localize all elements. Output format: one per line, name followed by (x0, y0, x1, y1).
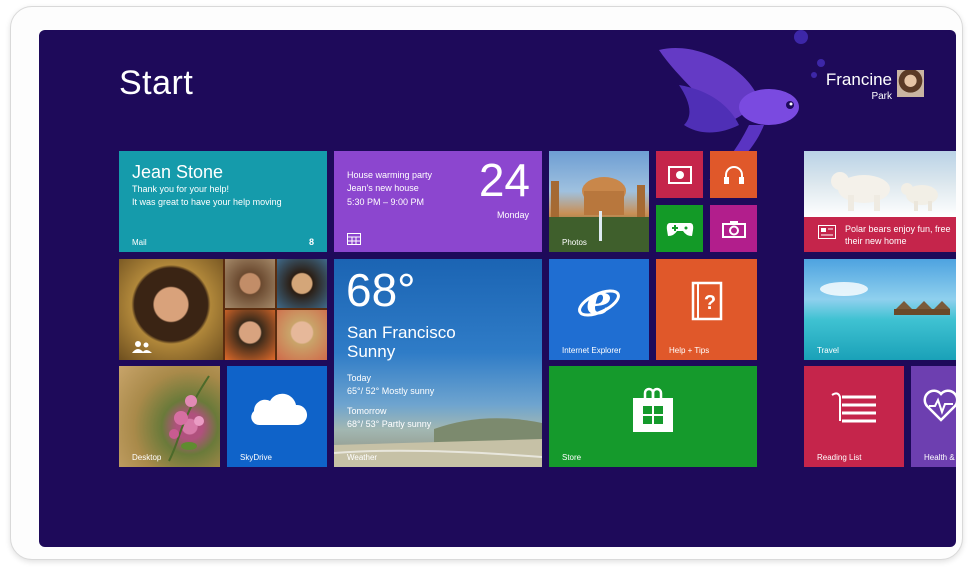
start-title: Start (119, 64, 194, 102)
tile-skydrive[interactable]: SkyDrive (227, 366, 327, 467)
tile-travel[interactable]: Travel (804, 259, 956, 360)
calendar-weekday: Monday (496, 210, 529, 220)
mail-sender: Jean Stone (132, 162, 224, 182)
tile-desktop[interactable]: Desktop (119, 366, 220, 467)
tile-video[interactable] (656, 151, 703, 198)
cloud-icon (251, 393, 308, 425)
mail-preview-line1: Thank you for your help! (132, 184, 230, 194)
tile-weather[interactable]: 68° San Francisco Sunny Today 65°/ 52° M… (334, 259, 542, 467)
tile-news[interactable]: Polar bears enjoy fun, free their new ho… (804, 151, 956, 252)
mail-preview-line2: It was great to have your help moving (132, 197, 282, 207)
tile-label: Health & (924, 453, 955, 462)
news-image (804, 151, 956, 217)
reading-list-icon (831, 391, 876, 422)
tile-games[interactable] (656, 205, 703, 252)
calendar-location: Jean's new house (347, 183, 419, 193)
weather-today-forecast: 65°/ 52° Mostly sunny (347, 386, 435, 396)
calendar-time: 5:30 PM – 9:00 PM (347, 197, 425, 207)
tile-internet-explorer[interactable]: e Internet Explorer (549, 259, 649, 360)
weather-today-label: Today (347, 373, 372, 383)
news-headline-line1: Polar bears enjoy fun, free (845, 224, 951, 234)
contact-photo (277, 259, 327, 308)
calendar-event: House warming party (347, 170, 433, 180)
contact-photo (225, 259, 275, 308)
tile-health[interactable]: Health & (911, 366, 956, 467)
heartbeat-icon (923, 389, 956, 422)
weather-condition: Sunny (347, 342, 396, 361)
tile-label: SkyDrive (240, 453, 273, 462)
tile-label: Photos (562, 238, 587, 247)
store-bag-icon (633, 387, 673, 432)
video-icon (667, 165, 692, 184)
tablet-frame: Start Francine Park Jean Stone Thank you… (10, 6, 963, 560)
avatar (897, 70, 924, 97)
start-screen: Start Francine Park Jean Stone Thank you… (39, 30, 956, 547)
weather-temperature: 68° (346, 264, 416, 316)
contact-photo (225, 310, 275, 360)
contact-photo (277, 310, 327, 360)
tile-label: Store (562, 453, 582, 462)
palace-photo (549, 177, 649, 252)
ie-logo-icon: e (578, 281, 620, 321)
tile-label: Mail (132, 238, 147, 247)
tile-label: Weather (347, 453, 378, 462)
tile-label: Internet Explorer (562, 346, 622, 355)
user-account[interactable]: Francine Park (826, 70, 924, 102)
xbox-controller-icon (666, 222, 693, 236)
tile-music[interactable] (710, 151, 757, 198)
tile-mail[interactable]: Jean Stone Thank you for your help! It w… (119, 151, 327, 252)
camera-icon (721, 220, 746, 238)
calendar-day: 24 (478, 154, 530, 206)
calendar-grid-icon (347, 233, 361, 245)
resort-photo (820, 282, 950, 315)
tile-label: Reading List (817, 453, 862, 462)
tile-photos[interactable]: Photos (549, 151, 649, 252)
tile-help-tips[interactable]: ? Help + Tips (656, 259, 757, 360)
tile-store[interactable]: Store (549, 366, 757, 467)
svg-text:?: ? (703, 292, 715, 314)
help-book-icon: ? (691, 281, 722, 320)
news-headline-line2: their new home (845, 236, 907, 246)
headphones-icon (723, 165, 744, 184)
tile-calendar[interactable]: House warming party Jean's new house 5:3… (334, 151, 542, 252)
tile-camera[interactable] (710, 205, 757, 252)
tile-reading-list[interactable]: Reading List (804, 366, 904, 467)
people-icon (132, 341, 152, 353)
flower-wallpaper (168, 375, 210, 462)
polar-bears-photo (831, 172, 938, 211)
news-icon (818, 225, 836, 239)
weather-city: San Francisco (347, 323, 456, 342)
mail-count-badge: 8 (308, 237, 314, 247)
tile-label: Travel (817, 346, 839, 355)
tile-label: Desktop (132, 453, 162, 462)
tile-label: Help + Tips (669, 346, 710, 355)
tile-people[interactable] (119, 259, 327, 360)
